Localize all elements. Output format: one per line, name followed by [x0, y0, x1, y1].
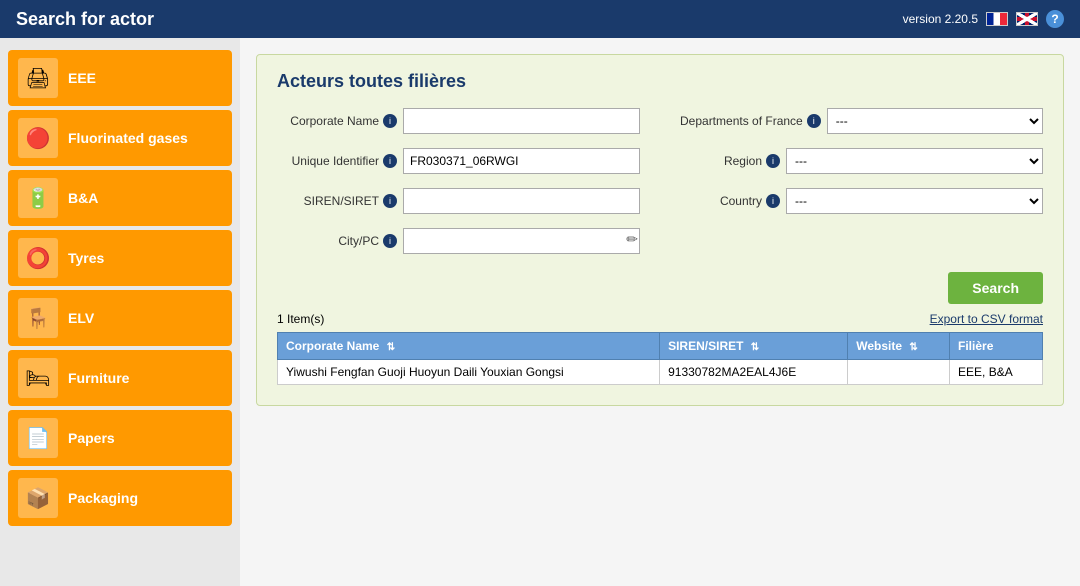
- sort-siren-icon: ⇅: [751, 342, 759, 353]
- main-layout: 🖨 EEE 🔴 Fluorinated gases 🔋 B&A ⭕ Tyres …: [0, 38, 1080, 586]
- sidebar-item-papers[interactable]: 📄 Papers: [8, 410, 232, 466]
- sidebar-item-label-tyres: Tyres: [68, 250, 104, 267]
- sort-corporate-name-icon: ⇅: [387, 342, 395, 353]
- region-row: Region i ---: [680, 148, 1043, 174]
- results-header: 1 Item(s) Export to CSV format: [277, 312, 1043, 326]
- corporate-name-info-icon[interactable]: i: [383, 114, 397, 128]
- departments-row: Departments of France i ---: [680, 108, 1043, 134]
- region-info-icon[interactable]: i: [766, 154, 780, 168]
- unique-identifier-input[interactable]: [403, 148, 640, 174]
- country-info-icon[interactable]: i: [766, 194, 780, 208]
- region-select[interactable]: ---: [786, 148, 1043, 174]
- city-pc-input[interactable]: [403, 228, 640, 254]
- papers-icon: 📄: [18, 418, 58, 458]
- sidebar-item-ba[interactable]: 🔋 B&A: [8, 170, 232, 226]
- corporate-name-label: Corporate Name i: [277, 114, 397, 128]
- col-siren-siret[interactable]: SIREN/SIRET ⇅: [660, 333, 848, 360]
- departments-select[interactable]: ---: [827, 108, 1043, 134]
- table-row: Yiwushi Fengfan Guoji Huoyun Daili Youxi…: [278, 360, 1043, 385]
- sidebar-item-packaging[interactable]: 📦 Packaging: [8, 470, 232, 526]
- table-header: Corporate Name ⇅ SIREN/SIRET ⇅ Website ⇅: [278, 333, 1043, 360]
- cell-corporate_name: Yiwushi Fengfan Guoji Huoyun Daili Youxi…: [278, 360, 660, 385]
- sort-website-icon: ⇅: [909, 342, 917, 353]
- unique-identifier-info-icon[interactable]: i: [383, 154, 397, 168]
- sidebar-item-furniture[interactable]: 🛏 Furniture: [8, 350, 232, 406]
- search-button[interactable]: Search: [948, 272, 1043, 304]
- sidebar-item-label-ba: B&A: [68, 190, 98, 207]
- departments-label: Departments of France i: [680, 114, 821, 128]
- sidebar-item-label-packaging: Packaging: [68, 490, 138, 507]
- sidebar: 🖨 EEE 🔴 Fluorinated gases 🔋 B&A ⭕ Tyres …: [0, 38, 240, 586]
- form-grid: Corporate Name i Unique Identifier i: [277, 108, 1043, 260]
- flag-fr-icon[interactable]: [986, 12, 1008, 26]
- export-csv-link[interactable]: Export to CSV format: [930, 312, 1043, 326]
- sidebar-item-fluorinated-gases[interactable]: 🔴 Fluorinated gases: [8, 110, 232, 166]
- flag-uk-icon[interactable]: [1016, 12, 1038, 26]
- results-table: Corporate Name ⇅ SIREN/SIRET ⇅ Website ⇅: [277, 332, 1043, 385]
- siren-siret-input[interactable]: [403, 188, 640, 214]
- ba-icon: 🔋: [18, 178, 58, 218]
- help-icon[interactable]: ?: [1046, 10, 1064, 28]
- unique-identifier-label: Unique Identifier i: [277, 154, 397, 168]
- version-text: version 2.20.5: [903, 12, 978, 26]
- sidebar-item-label-elv: ELV: [68, 310, 94, 327]
- unique-identifier-row: Unique Identifier i: [277, 148, 640, 174]
- cell-siren_siret: 91330782MA2EAL4J6E: [660, 360, 848, 385]
- table-header-row: Corporate Name ⇅ SIREN/SIRET ⇅ Website ⇅: [278, 333, 1043, 360]
- corporate-name-row: Corporate Name i: [277, 108, 640, 134]
- sidebar-item-label-eee: EEE: [68, 70, 96, 87]
- sidebar-item-label-papers: Papers: [68, 430, 115, 447]
- page-title: Search for actor: [16, 9, 154, 30]
- city-pc-edit-button[interactable]: ✏: [626, 231, 638, 248]
- panel-title: Acteurs toutes filières: [277, 71, 1043, 92]
- city-pc-label: City/PC i: [277, 234, 397, 248]
- tyres-icon: ⭕: [18, 238, 58, 278]
- country-label: Country i: [680, 194, 780, 208]
- siren-siret-info-icon[interactable]: i: [383, 194, 397, 208]
- search-panel: Acteurs toutes filières Corporate Name i…: [256, 54, 1064, 406]
- sidebar-item-eee[interactable]: 🖨 EEE: [8, 50, 232, 106]
- packaging-icon: 📦: [18, 478, 58, 518]
- city-pc-input-wrapper: ✏: [403, 228, 640, 254]
- siren-siret-row: SIREN/SIRET i: [277, 188, 640, 214]
- country-select[interactable]: ---: [786, 188, 1043, 214]
- cell-website: [848, 360, 950, 385]
- col-filiere[interactable]: Filière: [950, 333, 1043, 360]
- results-count: 1 Item(s): [277, 312, 324, 326]
- country-row: Country i ---: [680, 188, 1043, 214]
- cell-filiere: EEE, B&A: [950, 360, 1043, 385]
- sidebar-item-label-furniture: Furniture: [68, 370, 129, 387]
- top-bar: Search for actor version 2.20.5 ?: [0, 0, 1080, 38]
- corporate-name-input[interactable]: [403, 108, 640, 134]
- city-pc-info-icon[interactable]: i: [383, 234, 397, 248]
- sidebar-item-elv[interactable]: 🪑 ELV: [8, 290, 232, 346]
- furniture-icon: 🛏: [18, 358, 58, 398]
- departments-info-icon[interactable]: i: [807, 114, 821, 128]
- content-area: Acteurs toutes filières Corporate Name i…: [240, 38, 1080, 586]
- col-corporate-name[interactable]: Corporate Name ⇅: [278, 333, 660, 360]
- fluorinated-gases-icon: 🔴: [18, 118, 58, 158]
- sidebar-item-tyres[interactable]: ⭕ Tyres: [8, 230, 232, 286]
- sidebar-item-label-fluorinated-gases: Fluorinated gases: [68, 130, 188, 147]
- form-col-left: Corporate Name i Unique Identifier i: [277, 108, 640, 260]
- top-bar-right: version 2.20.5 ?: [903, 10, 1064, 28]
- elv-icon: 🪑: [18, 298, 58, 338]
- col-website[interactable]: Website ⇅: [848, 333, 950, 360]
- region-label: Region i: [680, 154, 780, 168]
- form-col-right: Departments of France i --- Region i: [680, 108, 1043, 260]
- siren-siret-label: SIREN/SIRET i: [277, 194, 397, 208]
- city-pc-row: City/PC i ✏: [277, 228, 640, 254]
- table-body: Yiwushi Fengfan Guoji Huoyun Daili Youxi…: [278, 360, 1043, 385]
- search-btn-row: Search: [277, 272, 1043, 304]
- eee-icon: 🖨: [18, 58, 58, 98]
